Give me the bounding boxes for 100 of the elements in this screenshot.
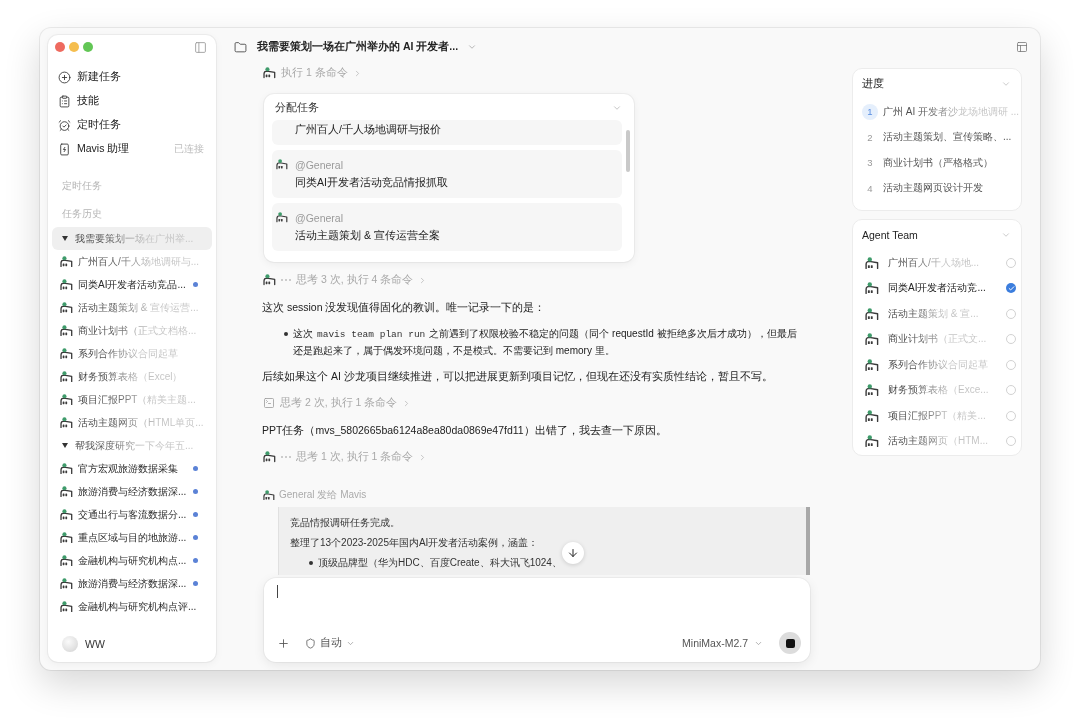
robot-icon bbox=[865, 384, 879, 397]
robot-icon bbox=[60, 462, 73, 475]
sidebar-menu-item[interactable]: 新建任务 bbox=[52, 65, 212, 89]
subtask-item[interactable]: 金融机构与研究机构点评... bbox=[52, 595, 212, 618]
zoom-button[interactable] bbox=[83, 42, 93, 52]
stop-icon bbox=[785, 638, 795, 648]
scrollbar-thumb[interactable] bbox=[626, 130, 630, 172]
robot-icon bbox=[60, 531, 73, 544]
shield-icon bbox=[305, 637, 316, 649]
message-paragraph: 后续如果这个 AI 沙龙项目继续推进，可以把进展更新到项目记忆，但现在还没有实质性结论，暂且不写。 bbox=[262, 369, 774, 384]
sidebar-menu-item[interactable]: 技能 bbox=[52, 89, 212, 113]
step-number: 4 bbox=[866, 181, 874, 196]
section-label: 定时任务 bbox=[61, 179, 103, 193]
bullet-icon bbox=[309, 561, 313, 565]
chevron-down-icon[interactable] bbox=[612, 103, 622, 113]
robot-icon bbox=[60, 301, 73, 314]
robot-icon bbox=[263, 489, 275, 501]
robot-icon bbox=[60, 485, 73, 498]
robot-icon bbox=[60, 577, 73, 590]
agent-mention: @General bbox=[295, 158, 343, 171]
robot-icon bbox=[263, 451, 276, 463]
task-title: 同类AI开发者活动竞品情报抓取 bbox=[294, 175, 449, 190]
card-title: 分配任务 bbox=[275, 101, 319, 115]
subtask-item[interactable]: 旅游消费与经济数据深... bbox=[52, 572, 212, 595]
terminal-icon bbox=[263, 397, 275, 409]
minimize-button[interactable] bbox=[69, 42, 79, 52]
robot-icon bbox=[276, 159, 288, 170]
robot-icon bbox=[276, 212, 288, 223]
close-button[interactable] bbox=[55, 42, 65, 52]
avatar-icon bbox=[62, 636, 78, 652]
sidebar-menu-item[interactable]: 定时任务 bbox=[52, 113, 212, 137]
step-label: 商业计划书（严格格式） bbox=[883, 155, 993, 170]
robot-icon bbox=[60, 600, 73, 613]
agent-item[interactable]: 活动主题网页（HTM... bbox=[862, 428, 1016, 454]
robot-icon bbox=[865, 409, 879, 422]
subtask-item[interactable]: 重点区域与目的地旅游... bbox=[52, 526, 212, 549]
message-paragraph: PPT任务（mvs_5802665ba6124a8ea80da0869e47fd11）出错了，我去查一下原因。 bbox=[262, 423, 668, 438]
subtask-item[interactable]: 交通出行与客流数据分... bbox=[52, 503, 212, 526]
subtask-item[interactable]: 旅游消费与经济数据深... bbox=[52, 480, 212, 503]
message-paragraph: 整理了13个2023-2025年国内AI开发者活动案例，涵盖： bbox=[290, 536, 540, 550]
agent-item[interactable]: 同类AI开发者活动竞... bbox=[862, 275, 1016, 301]
clipboard-icon bbox=[58, 94, 71, 108]
robot-icon bbox=[865, 435, 879, 448]
subtask-item[interactable]: 同类AI开发者活动竞品... bbox=[52, 273, 212, 296]
step-number: 1 bbox=[862, 103, 878, 120]
scrollbar-thumb[interactable] bbox=[806, 507, 810, 575]
robot-icon bbox=[865, 282, 879, 295]
section-label: 任务历史 bbox=[61, 207, 103, 221]
robot-icon bbox=[865, 256, 879, 269]
bullet-icon bbox=[284, 332, 288, 336]
robot-icon bbox=[865, 307, 879, 320]
arrow-down-icon bbox=[567, 547, 579, 559]
stop-button[interactable] bbox=[779, 632, 801, 654]
chevron-down-icon[interactable] bbox=[1001, 230, 1011, 240]
subtask-item[interactable]: 官方宏观旅游数据采集 bbox=[52, 457, 212, 480]
connection-status: 已连接 bbox=[174, 142, 204, 156]
task-title: 广州百人/千人场地调研与报价 bbox=[294, 122, 442, 137]
chevron-down-icon bbox=[467, 42, 478, 52]
robot-icon bbox=[60, 324, 73, 337]
robot-icon bbox=[60, 278, 73, 291]
panel-title: 进度 bbox=[862, 77, 884, 91]
panel-layout-icon[interactable] bbox=[1016, 41, 1028, 53]
folder-icon bbox=[234, 40, 247, 54]
robot-icon bbox=[263, 67, 276, 79]
task-title: 活动主题策划 & 宣传运营全案 bbox=[294, 228, 441, 243]
step-number: 2 bbox=[866, 130, 874, 145]
robot-icon bbox=[60, 554, 73, 567]
chevron-down-icon[interactable] bbox=[1001, 79, 1011, 89]
text-cursor-icon bbox=[277, 585, 278, 598]
message-paragraph: 竞品情报调研任务完成。 bbox=[290, 516, 401, 530]
sidebar-menu-item[interactable]: Mavis 助理 已连接 bbox=[52, 137, 212, 161]
list-item-text: 顶级品牌型（华为HDC、百度Create、科大讯飞1024、 bbox=[318, 556, 562, 570]
robot-icon bbox=[60, 393, 73, 406]
model-selector[interactable]: MiniMax-M2.7 bbox=[682, 637, 763, 649]
robot-icon bbox=[60, 370, 73, 383]
robot-icon bbox=[865, 358, 879, 371]
agent-item[interactable]: 财务预算表格（Exce... bbox=[862, 377, 1016, 403]
robot-icon bbox=[60, 416, 73, 429]
plus-icon[interactable] bbox=[277, 636, 290, 650]
subtask-item[interactable]: 金融机构与研究机构点... bbox=[52, 549, 212, 572]
mode-selector[interactable]: 自动 bbox=[305, 636, 355, 650]
step-number: 3 bbox=[866, 156, 874, 171]
user-name: WW bbox=[85, 638, 105, 650]
robot-icon bbox=[60, 347, 73, 360]
phone-icon bbox=[58, 142, 71, 156]
subtask-item[interactable]: 财务预算表格（Excel） bbox=[52, 365, 212, 388]
list-item-text: 这次 mavis team plan run 之前遇到了权限校验不稳定的问题（同个 requestId 被拒绝多次后才成功），但最后还是跑起来了，属于偶发环境问题，不是模式。不需要记到 memory 里。 bbox=[293, 327, 798, 358]
task-title-dropdown[interactable]: 我需要策划一场在广州举办的 AI 开发者... bbox=[257, 40, 478, 54]
step-label: 活动主题策划、宣传策略、... bbox=[883, 130, 1012, 145]
alarm-clock-icon bbox=[58, 118, 71, 132]
robot-icon bbox=[60, 255, 73, 268]
robot-icon bbox=[60, 508, 73, 521]
plus-circle-icon bbox=[58, 70, 71, 84]
panel-title: Agent Team bbox=[862, 229, 918, 241]
step-label: 活动主题网页设计开发 bbox=[883, 181, 983, 196]
agent-mention: @General bbox=[295, 211, 343, 224]
sender-label: General 发给 Mavis bbox=[279, 488, 367, 502]
message-paragraph: 这次 session 没发现值得固化的教训。唯一记录一下的是： bbox=[262, 300, 547, 315]
robot-icon bbox=[865, 333, 879, 346]
sidebar-toggle-icon[interactable] bbox=[194, 40, 207, 54]
